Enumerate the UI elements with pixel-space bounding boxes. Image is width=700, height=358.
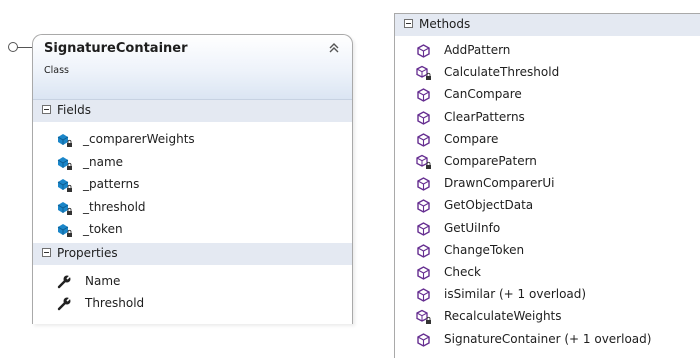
class-stereotype: Class [44,65,69,76]
field-item[interactable]: _patterns [83,177,139,191]
method-public-icon [415,109,433,127]
field-item[interactable]: _threshold [83,200,146,214]
properties-collapse-toggle-icon[interactable] [42,248,51,257]
method-item[interactable]: CalculateThreshold [444,65,559,79]
method-item[interactable]: GetObjectData [444,198,533,212]
collapse-chevron-icon[interactable] [326,40,342,54]
method-private-icon [415,308,433,326]
field-item[interactable]: _name [83,155,123,169]
method-item[interactable]: ComparePatern [444,154,537,168]
interface-lollipop-connector [17,47,33,48]
class-shape[interactable]: SignatureContainer Class Fields _compare… [32,34,353,324]
method-public-icon [415,242,433,260]
field-private-icon [56,154,74,172]
method-public-icon [415,131,433,149]
method-item[interactable]: ClearPatterns [444,110,525,124]
method-public-icon [415,86,433,104]
method-item[interactable]: CanCompare [444,87,522,101]
property-wrench-icon [56,273,74,291]
method-public-icon [415,175,433,193]
methods-section-header[interactable]: Methods [395,14,700,36]
method-item[interactable]: Check [444,265,481,279]
method-item[interactable]: DrawnComparerUi [444,176,554,190]
method-public-icon [415,264,433,282]
method-private-icon [415,153,433,171]
field-private-icon [56,199,74,217]
properties-section-header[interactable]: Properties [33,243,352,265]
method-public-icon [415,197,433,215]
field-private-icon [56,131,74,149]
properties-section-label: Properties [57,246,118,260]
property-wrench-icon [56,295,74,313]
method-public-icon [415,220,433,238]
field-private-icon [56,176,74,194]
property-item[interactable]: Name [85,274,120,288]
class-name: SignatureContainer [44,41,188,56]
property-item[interactable]: Threshold [85,296,144,310]
method-item[interactable]: GetUiInfo [444,221,500,235]
fields-section-label: Fields [57,103,91,117]
method-item[interactable]: SignatureContainer (+ 1 overload) [444,332,651,346]
methods-section-label: Methods [419,17,471,31]
method-public-icon [415,286,433,304]
fields-collapse-toggle-icon[interactable] [42,105,51,114]
field-item[interactable]: _token [83,222,123,236]
method-item[interactable]: ChangeToken [444,243,524,257]
method-public-icon [415,331,433,349]
method-item[interactable]: AddPattern [444,43,510,57]
fields-section-header[interactable]: Fields [33,100,352,122]
methods-panel[interactable]: Methods AddPattern CalculateThreshold CanC… [394,13,700,358]
method-private-icon [415,64,433,82]
field-item[interactable]: _comparerWeights [83,132,195,146]
field-private-icon [56,221,74,239]
method-item[interactable]: RecalculateWeights [444,309,562,323]
class-header[interactable]: SignatureContainer Class [33,35,352,100]
methods-collapse-toggle-icon[interactable] [404,19,413,28]
method-item[interactable]: Compare [444,132,498,146]
method-public-icon [415,42,433,60]
method-item[interactable]: isSimilar (+ 1 overload) [444,287,586,301]
